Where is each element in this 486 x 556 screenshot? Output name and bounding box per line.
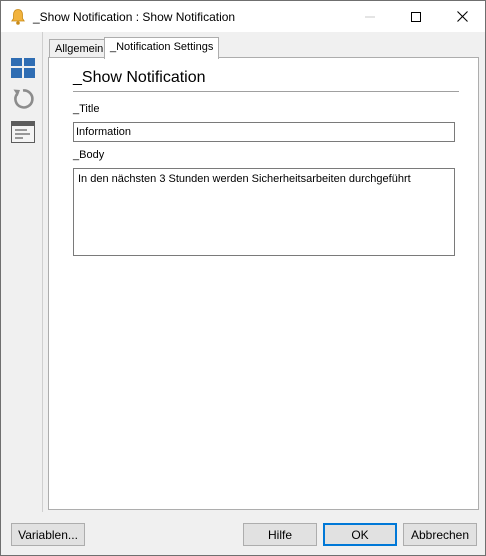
title-label: _Title (73, 103, 100, 115)
help-button[interactable]: Hilfe (243, 523, 317, 546)
properties-icon[interactable] (10, 119, 36, 145)
cancel-button[interactable]: Abbrechen (403, 523, 477, 546)
layout-icon[interactable] (10, 55, 36, 81)
ok-button[interactable]: OK (323, 523, 397, 546)
dialog-window: _Show Notification : Show Notification A… (0, 0, 486, 556)
side-toolbar (1, 32, 43, 512)
maximize-button[interactable] (393, 1, 439, 32)
heading-divider (73, 91, 459, 92)
title-input[interactable]: Information (73, 122, 455, 142)
bell-icon (10, 8, 26, 26)
window-title: _Show Notification : Show Notification (33, 10, 236, 24)
page-title: _Show Notification (73, 69, 206, 86)
title-bar[interactable]: _Show Notification : Show Notification (1, 1, 485, 32)
body-label: _Body (73, 149, 105, 161)
close-icon (456, 11, 468, 22)
maximize-icon (411, 11, 421, 22)
body-textarea[interactable]: In den nächsten 3 Stunden werden Sicherh… (73, 168, 455, 256)
minimize-icon (365, 16, 375, 17)
variables-button[interactable]: Variablen... (11, 523, 85, 546)
notification-settings-panel: _Show Notification _Title Information _B… (48, 57, 479, 510)
tab-notification-settings[interactable]: _Notification Settings (104, 37, 219, 59)
tab-allgemein[interactable]: Allgemein (49, 39, 105, 58)
minimize-button[interactable] (347, 1, 393, 32)
refresh-icon[interactable] (10, 86, 36, 112)
close-button[interactable] (439, 1, 485, 32)
